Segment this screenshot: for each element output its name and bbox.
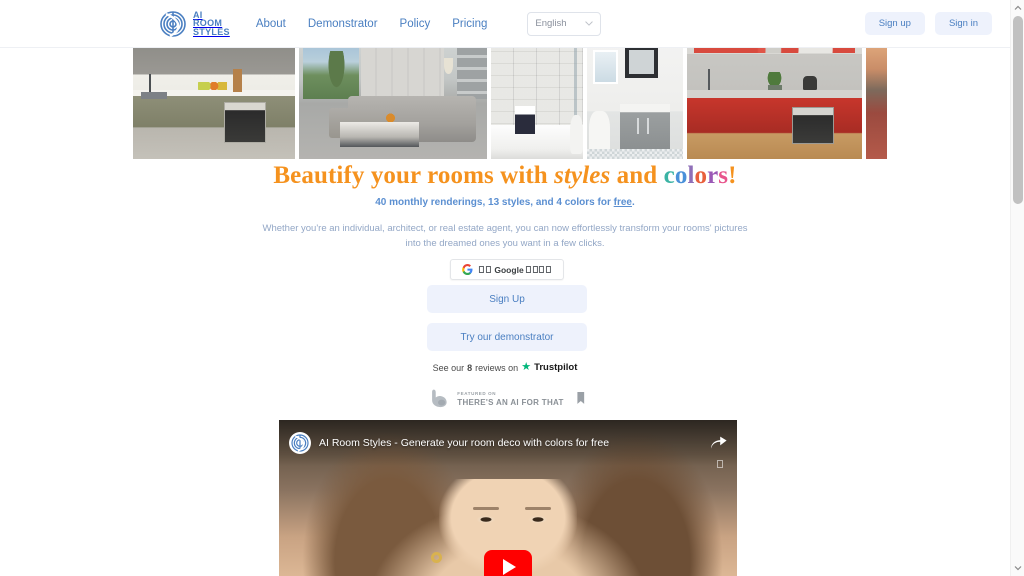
google-signin-label: Google	[478, 265, 552, 275]
more-options-icon[interactable]	[717, 460, 723, 468]
video-detail-brow-right	[525, 507, 551, 510]
nav-item-demonstrator[interactable]: Demonstrator	[308, 18, 378, 30]
headline-colors-letter-1: o	[674, 162, 688, 189]
main-navigation: About Demonstrator Policy Pricing Englis…	[256, 11, 602, 36]
nav-item-policy[interactable]: Policy	[400, 18, 431, 30]
language-select[interactable]: English	[527, 11, 602, 36]
hero-description-line-1: Whether you're an individual, architect,…	[262, 223, 748, 234]
trustpilot-count: 8	[467, 362, 473, 373]
trustpilot-prefix: See our	[432, 362, 465, 373]
logo-line-3: STYLES	[193, 26, 230, 37]
video-detail-eye-left	[475, 515, 497, 524]
page-title: Beautify your rooms with styles and colo…	[0, 162, 1010, 190]
tofu-glyph	[478, 265, 484, 273]
subline-after: .	[632, 197, 635, 208]
scroll-up-arrow-icon[interactable]	[1014, 4, 1022, 12]
hero-description-line-2: into the dreamed ones you want in a few …	[405, 238, 605, 249]
hero-image-tiled-bathroom	[491, 44, 583, 159]
tofu-glyph	[526, 265, 532, 273]
video-title[interactable]: AI Room Styles - Generate your room deco…	[319, 437, 609, 449]
taaft-text-block: FEATURED ON THERE'S AN AI FOR THAT	[457, 389, 563, 407]
headline-part-2: and	[610, 162, 664, 189]
subtitle-offer: 40 monthly renderings, 13 styles, and 4 …	[0, 197, 1010, 208]
youtube-video-embed[interactable]: AI Room Styles - Generate your room deco…	[279, 420, 737, 576]
hero-description: Whether you're an individual, architect,…	[0, 221, 1010, 251]
spiral-logo-icon	[160, 10, 186, 37]
trustpilot-star-icon: ★	[521, 361, 532, 373]
nav-item-pricing[interactable]: Pricing	[452, 18, 487, 30]
tofu-glyph	[545, 265, 551, 273]
headline-colors-word: colors	[664, 162, 729, 189]
youtube-play-button[interactable]	[484, 550, 532, 576]
header-signin-button[interactable]: Sign in	[934, 12, 992, 35]
subline-free-link[interactable]: free	[614, 197, 632, 208]
chevron-down-icon	[585, 21, 594, 26]
hero-image-strip	[133, 44, 887, 159]
tofu-glyph	[539, 265, 545, 273]
hero-image-red-kitchen	[687, 44, 862, 159]
page-scrollbar[interactable]	[1010, 0, 1024, 576]
header-signup-button[interactable]: Sign up	[864, 12, 925, 35]
tofu-glyph	[532, 265, 538, 273]
play-triangle-icon	[503, 559, 516, 575]
header-actions: Sign up Sign in	[864, 12, 992, 35]
headline-exclamation: !	[728, 162, 737, 189]
video-detail-brow-left	[473, 507, 499, 510]
taaft-featured-on-label: FEATURED ON	[457, 391, 497, 396]
language-select-value: English	[535, 18, 567, 29]
channel-avatar-icon[interactable]	[289, 432, 311, 454]
nav-item-about[interactable]: About	[256, 18, 286, 30]
hero-image-warm-room	[866, 44, 887, 159]
google-g-icon	[462, 264, 473, 275]
theres-an-ai-for-that-badge[interactable]: FEATURED ON THERE'S AN AI FOR THAT	[429, 388, 585, 408]
hero-image-bathroom-vanity	[587, 44, 683, 159]
video-title-bar: AI Room Styles - Generate your room deco…	[289, 430, 727, 456]
site-header: AI ROOM STYLES About Demonstrator Policy…	[0, 0, 1010, 48]
hero-image-living-room	[299, 44, 487, 159]
video-detail-earring	[431, 552, 442, 563]
headline-styles-word: styles	[554, 162, 611, 189]
flexed-arm-icon	[432, 389, 447, 408]
subline-before: 40 monthly renderings, 13 styles, and 4 …	[375, 197, 614, 208]
trustpilot-brand-name: Trustpilot	[534, 362, 578, 373]
signup-button[interactable]: Sign Up	[427, 285, 587, 313]
scroll-down-arrow-icon[interactable]	[1014, 564, 1022, 572]
bookmark-icon	[577, 392, 585, 404]
headline-colors-letter-3: o	[694, 162, 708, 189]
google-signin-button[interactable]: Google	[449, 259, 565, 280]
headline-colors-letter-4: r	[707, 162, 719, 189]
headline-colors-letter-0: c	[663, 162, 675, 189]
tofu-glyph	[485, 265, 491, 273]
logo-link[interactable]: AI ROOM STYLES	[160, 9, 230, 39]
share-icon[interactable]	[711, 436, 727, 450]
headline-colors-letter-5: s	[718, 162, 729, 189]
headline-part-1: Beautify your rooms with	[273, 162, 555, 189]
trustpilot-reviews[interactable]: See our 8 reviews on ★ Trustpilot	[0, 361, 1010, 374]
hero-image-olive-kitchen	[133, 44, 295, 159]
demonstrator-button[interactable]: Try our demonstrator	[427, 323, 587, 351]
scrollbar-thumb[interactable]	[1013, 16, 1023, 204]
logo-wordmark: AI ROOM STYLES	[193, 11, 230, 37]
page-root: AI ROOM STYLES About Demonstrator Policy…	[0, 0, 1024, 576]
taaft-brand-label: THERE'S AN AI FOR THAT	[457, 398, 564, 407]
trustpilot-middle: reviews on	[475, 362, 519, 373]
video-detail-eye-right	[527, 515, 549, 524]
